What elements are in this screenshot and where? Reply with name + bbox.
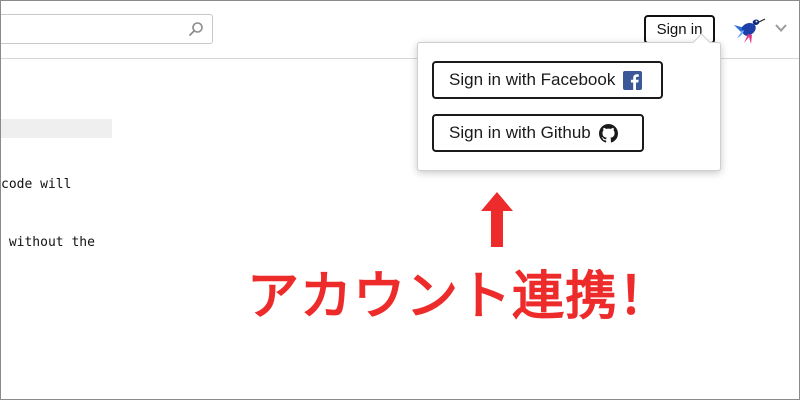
annotation-text: アカウント連携！ bbox=[247, 267, 672, 327]
sign-in-github-button[interactable]: Sign in with Github bbox=[432, 114, 644, 152]
search-icon[interactable] bbox=[188, 21, 204, 37]
screenshot-frame: Sign in code will without the Sign in wi… bbox=[0, 0, 800, 400]
up-arrow-icon bbox=[478, 189, 516, 250]
github-icon bbox=[598, 123, 618, 143]
facebook-icon bbox=[623, 70, 643, 90]
sign-in-facebook-label: Sign in with Facebook bbox=[449, 70, 616, 89]
sign-in-github-label: Sign in with Github bbox=[449, 123, 591, 142]
hummingbird-logo-icon[interactable] bbox=[730, 13, 766, 47]
search-input[interactable] bbox=[2, 15, 182, 43]
search-box[interactable] bbox=[1, 14, 213, 44]
code-text-line: code will bbox=[1, 177, 72, 192]
sign-in-facebook-button[interactable]: Sign in with Facebook bbox=[432, 61, 663, 99]
content-placeholder-bar bbox=[1, 119, 112, 138]
sign-in-dropdown: Sign in with Facebook Sign in with Githu… bbox=[417, 42, 721, 171]
chevron-down-icon[interactable] bbox=[773, 21, 789, 35]
code-text-line: without the bbox=[1, 235, 95, 250]
